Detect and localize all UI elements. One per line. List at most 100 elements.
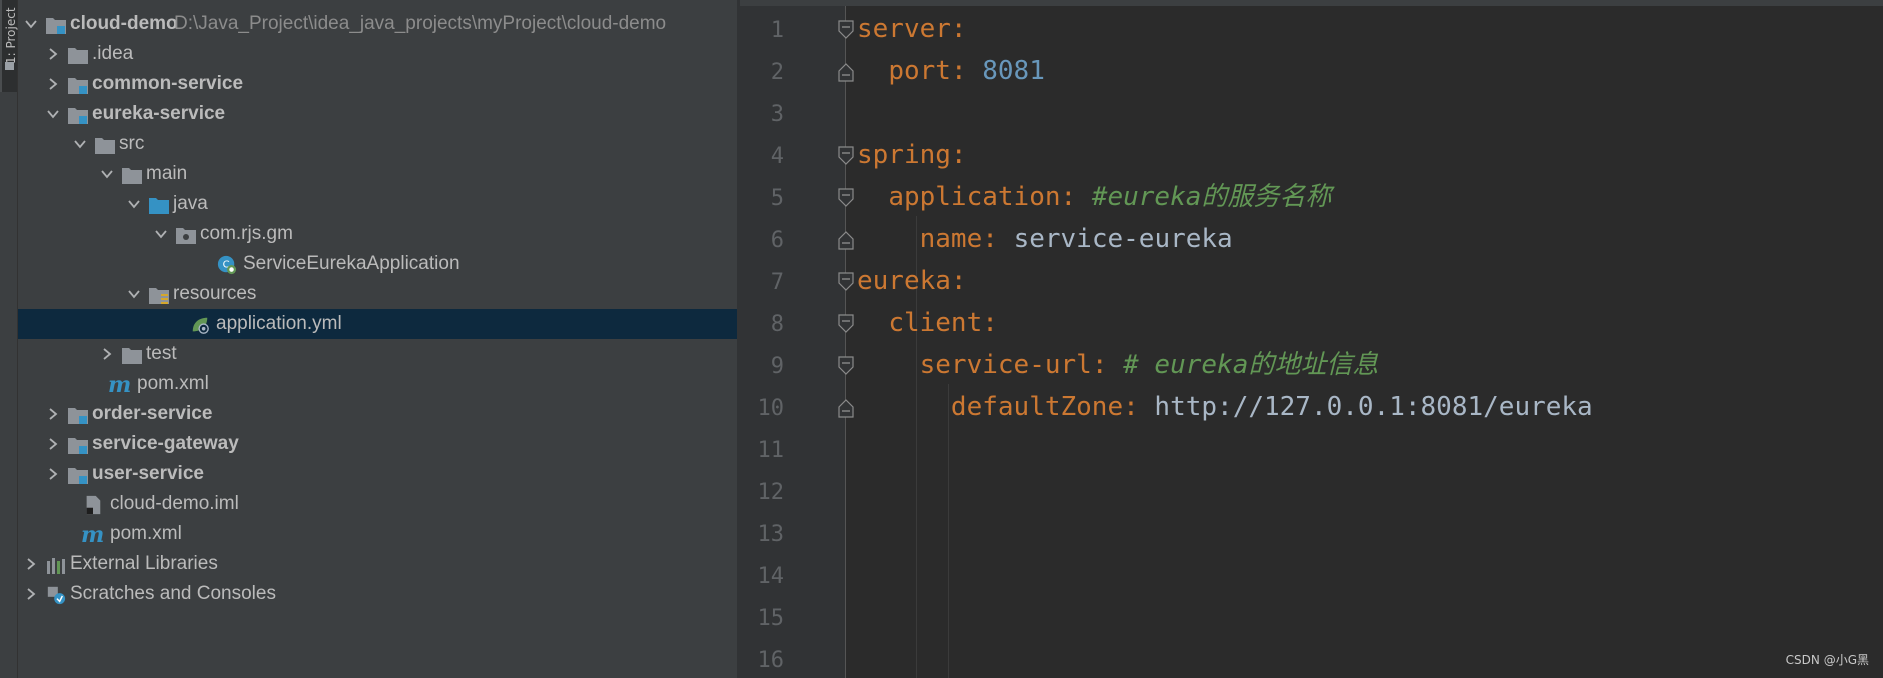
tree-row-application-yml[interactable]: application.yml <box>18 309 738 339</box>
tree-row-test[interactable]: test <box>18 339 738 369</box>
line-number: 8 <box>770 312 784 337</box>
code-line-1[interactable]: server: <box>857 8 967 50</box>
chevron-down-icon[interactable] <box>127 287 141 301</box>
tree-row-pom-xml[interactable]: m pom.xml <box>18 369 738 399</box>
chevron-down-icon[interactable] <box>127 197 141 211</box>
fold-open-icon[interactable] <box>838 272 854 292</box>
code-line-4[interactable]: spring: <box>857 134 967 176</box>
editor-gutter[interactable]: 1 2 3 4 5 6 7 8 9 10 11 12 13 14 15 16 <box>740 6 846 678</box>
tree-row-scratches[interactable]: Scratches and Consoles <box>18 579 738 609</box>
fold-open-icon[interactable] <box>838 20 854 40</box>
tree-label: cloud-demo.iml <box>110 493 239 514</box>
project-tool-tab-label: 1: Project <box>4 7 18 64</box>
tree-label: eureka-service <box>92 103 226 124</box>
tree-row-idea[interactable]: .idea <box>18 39 738 69</box>
tree-label: src <box>119 133 145 154</box>
folder-icon <box>122 168 142 184</box>
gutter-separator <box>845 6 846 678</box>
tree-label: resources <box>173 283 257 304</box>
code-line-8[interactable]: client: <box>857 302 998 344</box>
yaml-comment: # eureka的地址信息 <box>1123 350 1379 380</box>
yaml-key: client <box>888 308 983 338</box>
tree-row-package[interactable]: com.rjs.gm <box>18 219 738 249</box>
code-line-6[interactable]: name: service-eureka <box>857 218 1233 260</box>
scratches-icon <box>47 586 66 605</box>
chevron-right-icon[interactable] <box>46 467 60 481</box>
module-folder-icon <box>68 468 88 484</box>
tree-row-common-service[interactable]: common-service <box>18 69 738 99</box>
chevron-down-icon[interactable] <box>46 107 60 121</box>
yaml-string-value: http://127.0.0.1:8081/eureka <box>1154 392 1593 422</box>
chevron-right-icon[interactable] <box>46 407 60 421</box>
tree-row-order-service[interactable]: order-service <box>18 399 738 429</box>
tree-row-cloud-demo[interactable]: cloud-demo D:\Java_Project\idea_java_pro… <box>18 9 738 39</box>
tree-label: application.yml <box>216 313 342 334</box>
tree-row-java[interactable]: java <box>18 189 738 219</box>
fold-open-icon[interactable] <box>838 146 854 166</box>
fold-end-icon[interactable] <box>838 62 854 82</box>
chevron-right-icon[interactable] <box>24 587 38 601</box>
tree-row-iml-file[interactable]: cloud-demo.iml <box>18 489 738 519</box>
iml-file-icon <box>86 495 101 515</box>
chevron-right-icon[interactable] <box>46 77 60 91</box>
tree-row-main[interactable]: main <box>18 159 738 189</box>
source-folder-icon <box>149 198 169 214</box>
yaml-comment: #eureka的服务名称 <box>1091 182 1332 212</box>
line-number: 11 <box>757 438 785 463</box>
chevron-down-icon[interactable] <box>100 167 114 181</box>
tree-row-user-service[interactable]: user-service <box>18 459 738 489</box>
tree-label: test <box>146 343 177 364</box>
chevron-right-icon[interactable] <box>46 47 60 61</box>
chevron-down-icon[interactable] <box>73 137 87 151</box>
package-icon <box>176 228 196 244</box>
tree-row-resources[interactable]: resources <box>18 279 738 309</box>
chevron-right-icon[interactable] <box>24 557 38 571</box>
yaml-key: server <box>857 14 951 44</box>
tree-label: pom.xml <box>137 373 209 394</box>
fold-end-icon[interactable] <box>838 398 854 418</box>
yaml-colon: : <box>950 56 967 86</box>
tree-row-service-gateway[interactable]: service-gateway <box>18 429 738 459</box>
chevron-right-icon[interactable] <box>100 347 114 361</box>
code-line-2[interactable]: port: 8081 <box>857 50 1045 92</box>
line-number: 4 <box>770 144 784 169</box>
tree-label: user-service <box>92 463 204 484</box>
fold-open-icon[interactable] <box>838 188 854 208</box>
fold-open-icon[interactable] <box>838 314 854 334</box>
fold-open-icon[interactable] <box>838 356 854 376</box>
code-line-7[interactable]: eureka: <box>857 260 967 302</box>
module-folder-icon <box>46 18 66 34</box>
module-folder-icon <box>68 78 88 94</box>
tree-row-main-class[interactable]: C ServiceEurekaApplication <box>18 249 738 279</box>
tool-window-strip: 1: Project <box>0 0 18 678</box>
chevron-right-icon[interactable] <box>46 437 60 451</box>
tree-row-root-pom-xml[interactable]: m pom.xml <box>18 519 738 549</box>
tree-row-external-libraries[interactable]: External Libraries <box>18 549 738 579</box>
code-line-10[interactable]: defaultZone: http://127.0.0.1:8081/eurek… <box>857 386 1593 428</box>
yaml-key: service-url <box>919 350 1092 380</box>
yaml-number-value: 8081 <box>982 56 1045 86</box>
tree-label: External Libraries <box>70 553 218 574</box>
code-editor[interactable]: 1 2 3 4 5 6 7 8 9 10 11 12 13 14 15 16 s… <box>740 0 1883 678</box>
yaml-colon: : <box>1091 350 1108 380</box>
folder-icon <box>68 48 88 64</box>
line-number: 6 <box>770 228 784 253</box>
line-number: 5 <box>770 186 784 211</box>
line-number: 7 <box>770 270 784 295</box>
libraries-icon <box>47 558 65 574</box>
yaml-key: eureka <box>857 266 951 296</box>
tree-row-eureka-service[interactable]: eureka-service <box>18 99 738 129</box>
tree-label: .idea <box>92 43 134 64</box>
code-line-5[interactable]: application: #eureka的服务名称 <box>857 176 1331 218</box>
chevron-down-icon[interactable] <box>24 17 38 31</box>
tree-label: cloud-demo <box>70 13 178 34</box>
module-folder-icon <box>68 108 88 124</box>
chevron-down-icon[interactable] <box>154 227 168 241</box>
code-line-9[interactable]: service-url: # eureka的地址信息 <box>857 344 1379 386</box>
folder-icon <box>122 348 142 364</box>
fold-end-icon[interactable] <box>838 230 854 250</box>
spring-class-icon: C <box>217 255 237 275</box>
tree-label: Scratches and Consoles <box>70 583 276 604</box>
tree-row-src[interactable]: src <box>18 129 738 159</box>
project-tool-tab[interactable]: 1: Project <box>0 0 18 92</box>
